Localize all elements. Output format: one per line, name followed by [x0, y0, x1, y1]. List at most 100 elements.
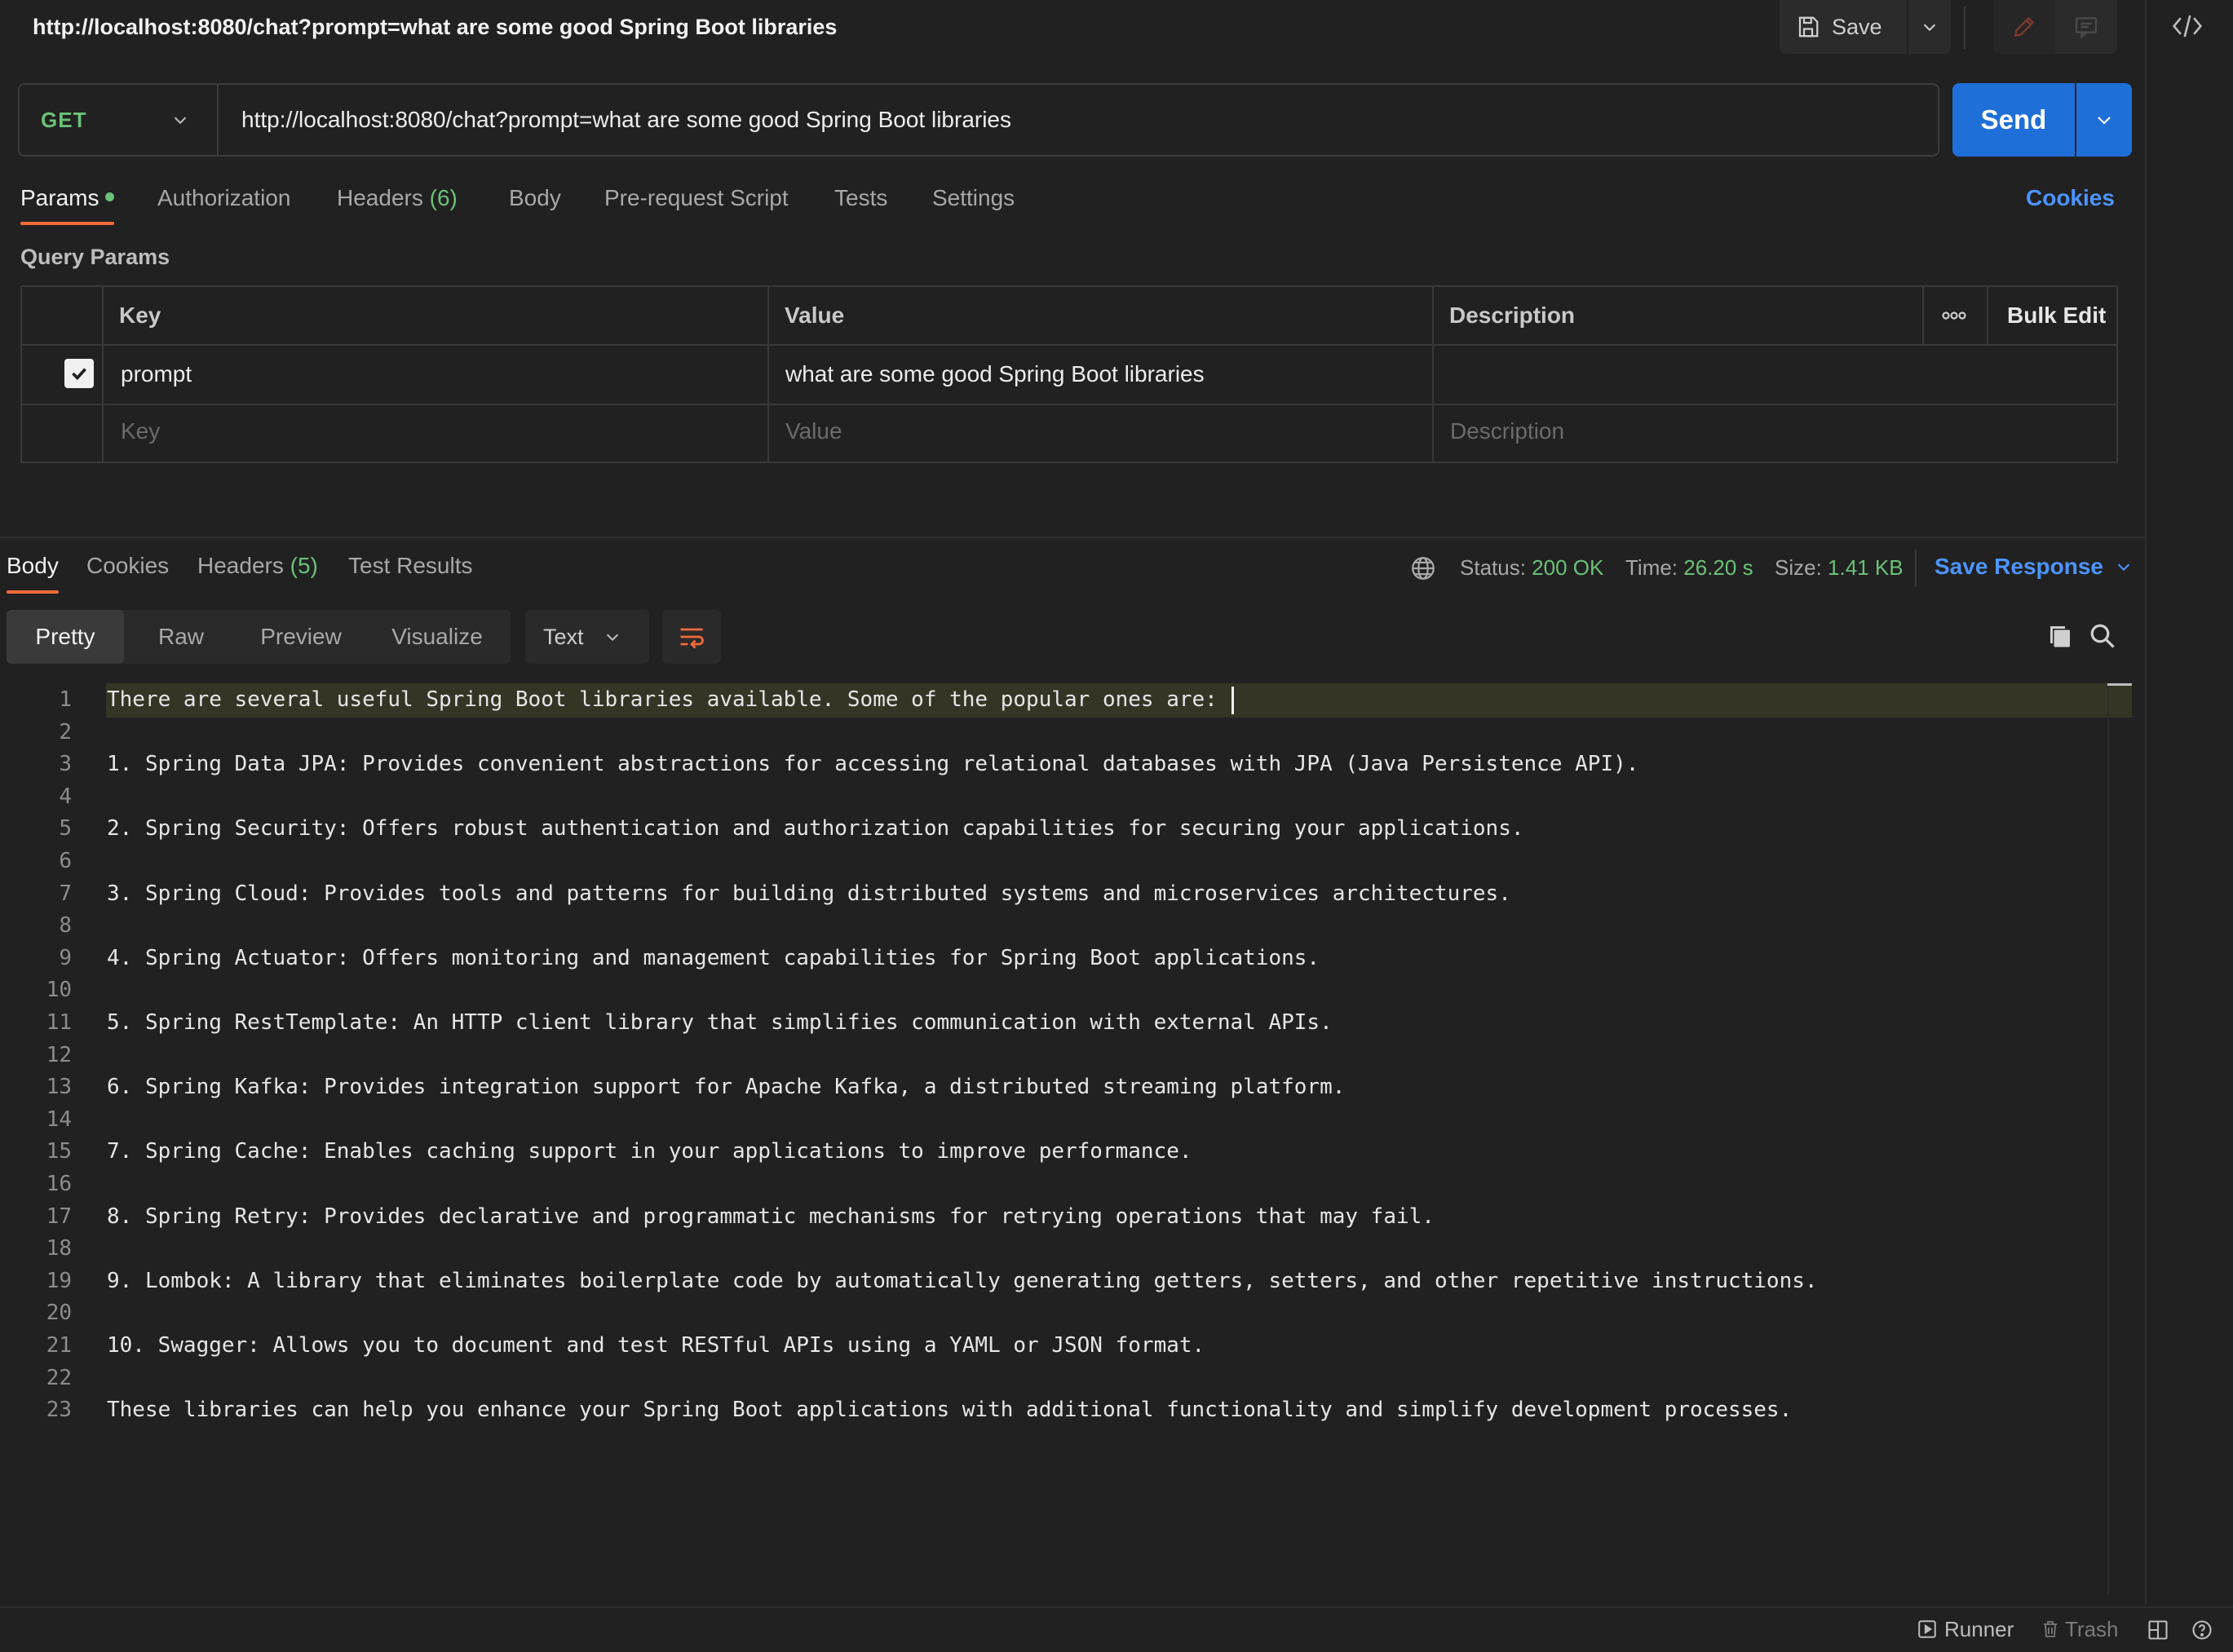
code-line: 6. Spring Kafka: Provides integration su… [107, 1075, 1346, 1100]
save-button[interactable]: Save [1780, 0, 1907, 54]
pane-resize-handle[interactable] [0, 537, 2145, 538]
line-number: 15 [46, 1139, 72, 1164]
cookies-link[interactable]: Cookies [2026, 184, 2115, 212]
code-line: 1. Spring Data JPA: Provides convenient … [107, 752, 1639, 777]
layout-icon[interactable] [2147, 1619, 2169, 1641]
wrap-lines-icon [677, 622, 706, 652]
chevron-down-icon [2094, 110, 2114, 130]
response-size[interactable]: Size: 1.41 KB [1775, 554, 1904, 581]
table-divider [767, 287, 769, 462]
scrollbar-thumb[interactable] [2107, 683, 2132, 686]
wrap-lines-button[interactable] [662, 610, 721, 664]
runner-button[interactable]: Runner [1917, 1616, 2014, 1642]
response-tab-test-results[interactable]: Test Results [348, 552, 473, 580]
tab-authorization[interactable]: Authorization [157, 184, 290, 212]
line-number: 10 [46, 978, 72, 1003]
param-value-field[interactable]: what are some good Spring Boot libraries [785, 360, 1205, 388]
code-icon[interactable] [2171, 11, 2204, 41]
column-header-value: Value [785, 303, 845, 328]
request-title: http://localhost:8080/chat?prompt=what a… [33, 15, 838, 39]
comments-button[interactable] [2055, 0, 2117, 54]
line-number: 1 [59, 687, 72, 712]
save-button-label: Save [1832, 14, 1882, 39]
code-line: 8. Spring Retry: Provides declarative an… [107, 1204, 1435, 1229]
line-number: 4 [59, 784, 72, 809]
toolbar-divider [1964, 7, 1965, 49]
line-number: 14 [46, 1106, 72, 1132]
chevron-down-icon [2115, 558, 2133, 576]
format-label: Text [543, 624, 584, 649]
tab-pre-request-script[interactable]: Pre-request Script [604, 184, 789, 212]
trash-icon [2041, 1619, 2060, 1640]
comment-icon [2073, 14, 2099, 40]
time-value: 26.20 s [1683, 555, 1753, 580]
code-line: 10. Swagger: Allows you to document and … [107, 1333, 1205, 1358]
chevron-down-icon [604, 628, 621, 646]
more-options-button[interactable] [1940, 303, 1968, 328]
line-number: 16 [46, 1172, 72, 1196]
line-number: 13 [46, 1075, 72, 1100]
tab-params[interactable]: Params [20, 184, 115, 212]
query-params-heading: Query Params [20, 245, 170, 269]
query-params-table: Key Value Description Bulk Edit prompt w… [20, 285, 2118, 463]
stats-divider [1915, 550, 1917, 587]
status-bar [0, 1606, 2233, 1652]
headers-count: (6) [429, 185, 458, 210]
view-pretty-button[interactable]: Pretty [7, 610, 124, 664]
new-param-key-input[interactable]: Key [121, 417, 160, 445]
send-options-button[interactable] [2076, 83, 2132, 157]
param-key-field[interactable]: prompt [121, 360, 192, 388]
code-line: 9. Lombok: A library that eliminates boi… [107, 1268, 1818, 1293]
response-tab-cookies[interactable]: Cookies [86, 552, 169, 580]
line-number: 17 [46, 1204, 72, 1229]
response-tab-headers[interactable]: Headers (5) [197, 552, 318, 580]
line-number: 11 [46, 1010, 72, 1035]
tab-tests[interactable]: Tests [834, 184, 887, 212]
edit-mode-button[interactable] [1993, 0, 2055, 54]
view-raw-button[interactable]: Raw [124, 610, 238, 664]
code-line: These libraries can help you enhance you… [107, 1398, 1793, 1423]
bulk-edit-button[interactable]: Bulk Edit [2007, 302, 2106, 329]
globe-icon[interactable] [1409, 554, 1437, 582]
code-line: 4. Spring Actuator: Offers monitoring an… [107, 945, 1320, 970]
table-divider [22, 344, 2116, 346]
format-select[interactable]: Text [525, 610, 649, 664]
text-cursor [1231, 687, 1234, 714]
size-label: Size: [1775, 555, 1822, 580]
view-visualize-button[interactable]: Visualize [364, 610, 511, 664]
trash-button[interactable]: Trash [2041, 1616, 2119, 1642]
search-icon[interactable] [2088, 621, 2117, 651]
new-param-description-input[interactable]: Description [1450, 417, 1564, 445]
new-param-value-input[interactable]: Value [785, 417, 842, 445]
response-time[interactable]: Time: 26.20 s [1625, 554, 1753, 581]
code-line: 7. Spring Cache: Enables caching support… [107, 1139, 1192, 1164]
help-icon[interactable] [2191, 1619, 2213, 1641]
view-mode-toggle [1993, 0, 2117, 54]
runner-icon [1917, 1619, 1938, 1640]
save-response-button[interactable]: Save Response [1935, 553, 2133, 581]
chevron-down-icon [171, 111, 189, 129]
code-line: 3. Spring Cloud: Provides tools and patt… [107, 881, 1511, 906]
response-status[interactable]: Status: 200 OK [1460, 554, 1603, 581]
tab-params-label: Params [20, 185, 99, 210]
table-divider [22, 404, 2116, 405]
copy-icon[interactable] [2045, 621, 2075, 651]
save-options-button[interactable] [1908, 0, 1951, 54]
param-enabled-checkbox[interactable] [64, 359, 94, 388]
trash-label: Trash [2065, 1617, 2119, 1641]
response-tab-body[interactable]: Body [7, 552, 59, 580]
response-body-editor[interactable]: 1 There are several useful Spring Boot li… [0, 683, 2132, 1605]
response-headers-count: (5) [290, 553, 318, 578]
editor-scrollbar[interactable] [2107, 683, 2109, 1595]
tab-body[interactable]: Body [509, 184, 561, 212]
response-tab-headers-label: Headers [197, 553, 284, 578]
time-label: Time: [1625, 555, 1678, 580]
view-preview-button[interactable]: Preview [238, 610, 364, 664]
code-line: 2. Spring Security: Offers robust authen… [107, 816, 1524, 841]
line-number: 19 [46, 1268, 72, 1293]
url-input[interactable]: http://localhost:8080/chat?prompt=what a… [241, 85, 1011, 155]
send-button[interactable]: Send [1952, 83, 2075, 157]
method-select[interactable]: GET [20, 85, 219, 155]
tab-settings[interactable]: Settings [932, 184, 1015, 212]
tab-headers[interactable]: Headers (6) [337, 184, 458, 212]
